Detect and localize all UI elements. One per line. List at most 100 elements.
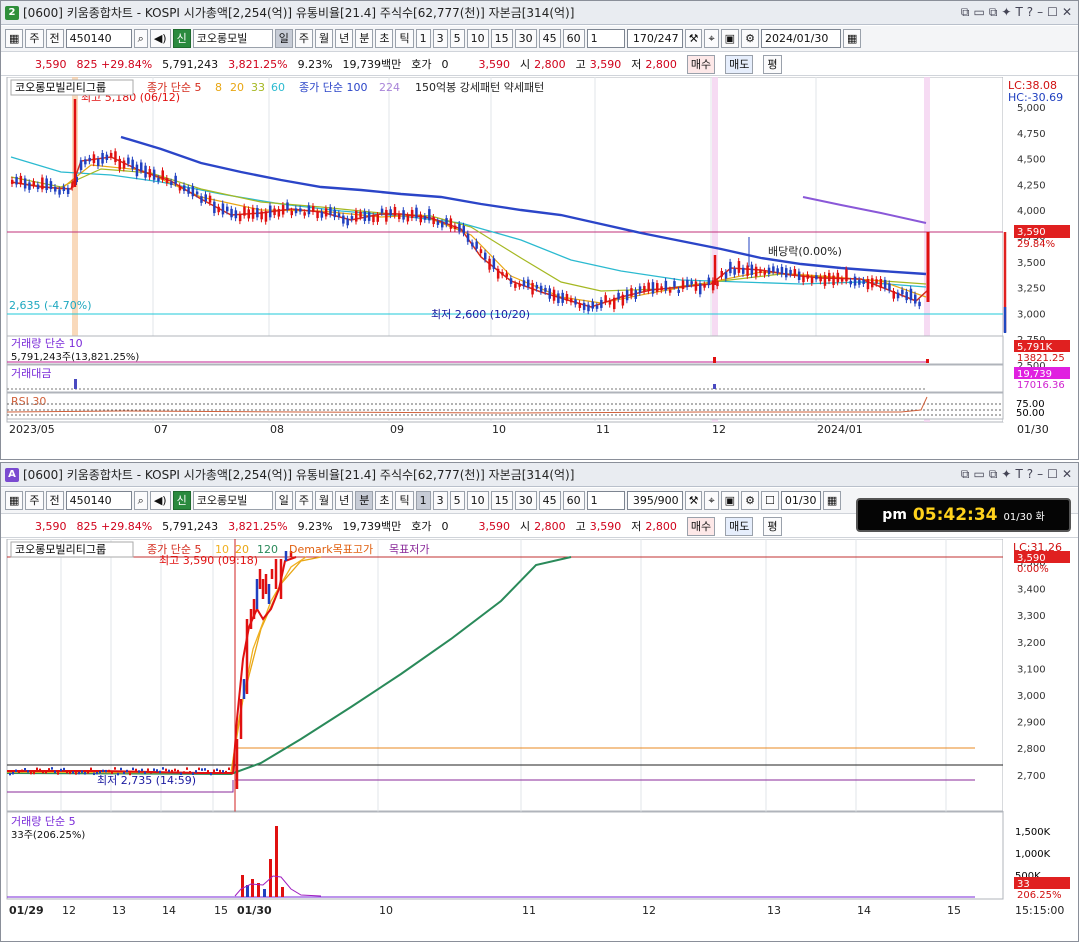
interval-30[interactable]: 30 [514,491,537,510]
layout-icon[interactable]: ▦ [5,29,24,48]
stock-code-input[interactable]: 450140 [65,29,132,48]
tab-tick[interactable]: 틱 [395,29,414,48]
save-icon[interactable]: ▣ [720,491,740,510]
candle-body [312,206,315,212]
tab-second[interactable]: 초 [375,491,394,510]
period-select[interactable]: 주 [25,29,44,48]
tab-month[interactable]: 월 [314,29,334,48]
save-icon[interactable]: ▣ [720,29,740,48]
tab-month[interactable]: 월 [314,491,334,510]
sound-icon[interactable]: ◀) [149,29,171,48]
interval-45[interactable]: 45 [538,491,561,510]
even-button[interactable]: 평 [763,54,782,74]
interval-60[interactable]: 60 [562,29,585,48]
tools-icon[interactable]: ⚒ [684,29,703,48]
price-tick: 2,900 [1017,718,1046,729]
buy-button[interactable]: 매수 [686,516,716,536]
help-icon[interactable]: ? [1027,5,1033,20]
interval-3[interactable]: 3 [432,491,448,510]
minimize-all-icon[interactable]: ▭ [973,5,984,20]
interval-10[interactable]: 10 [466,29,489,48]
candle-body [157,177,160,182]
tools-icon[interactable]: ⚒ [684,491,703,510]
title-bar[interactable]: A [0600] 키움종합차트 - KOSPI 시가총액[2,254(억)] 유… [1,463,1078,487]
interval-45[interactable]: 45 [538,29,561,48]
period-select[interactable]: 주 [25,491,44,510]
daily-candle-chart[interactable]: 최고 5,180 (06/12) 최저 2,600 (10/20) 배당락(0.… [1,77,1078,459]
interval-60[interactable]: 60 [562,491,585,510]
tab-second[interactable]: 초 [375,29,394,48]
tab-week[interactable]: 주 [294,29,313,48]
maximize-icon[interactable]: ☐ [1047,467,1058,482]
tab-year[interactable]: 년 [335,29,354,48]
sell-button[interactable]: 매도 [725,54,754,74]
tab-day[interactable]: 일 [274,491,293,510]
tab-tick[interactable]: 틱 [395,491,414,510]
candle-body [600,299,603,308]
text-icon[interactable]: T [1015,467,1022,482]
cascade-icon[interactable]: ⧉ [989,467,998,482]
close-icon[interactable]: ✕ [1062,5,1072,20]
close-icon[interactable]: ✕ [1062,467,1072,482]
calendar-icon[interactable]: ▦ [822,491,842,510]
crosshair-icon[interactable]: ⌖ [704,29,719,48]
option-select[interactable]: 전 [45,29,64,48]
low-price: 2,800 [645,519,677,533]
interval-1[interactable]: 1 [415,29,431,48]
maximize-icon[interactable]: ☐ [1047,5,1058,20]
minute-candle-chart[interactable]: 최고 3,590 (09:18) 최저 2,735 (14:59) 3,5003… [1,539,1078,941]
even-button[interactable]: 평 [763,516,782,536]
candle-body [471,242,474,247]
layout-icon[interactable]: ▦ [5,491,24,510]
price-tick: 2,800 [1017,744,1046,755]
date-input[interactable]: 2024/01/30 [760,29,841,48]
minimize-all-icon[interactable]: ▭ [973,467,984,482]
count-select[interactable]: 1 [586,29,625,48]
interval-15[interactable]: 15 [490,29,513,48]
title-bar[interactable]: 2 [0600] 키움종합차트 - KOSPI 시가총액[2,254(억)] 유… [1,1,1078,25]
calendar-icon[interactable]: ▦ [842,29,862,48]
settings-icon[interactable]: ⚙ [741,29,759,48]
candle-body [88,157,91,162]
minimize-icon[interactable]: – [1037,467,1043,482]
help-icon[interactable]: ? [1027,467,1033,482]
candle-body [114,151,117,163]
pin-icon[interactable]: ✦ [1001,467,1011,482]
search-icon[interactable]: ⌕ [133,29,148,48]
tab-minute[interactable]: 분 [355,29,374,48]
tab-day[interactable]: 일 [274,29,293,48]
interval-15[interactable]: 15 [490,491,513,510]
settings-icon[interactable]: ⚙ [741,491,759,510]
restore-icon[interactable]: ⧉ [961,5,970,20]
checkbox[interactable]: ☐ [760,491,779,510]
chart-legend: 코오롱모빌리티그룹 종가 단순 5 10 20 120 Demark목표고가 목… [10,541,429,558]
sell-button[interactable]: 매도 [725,516,754,536]
candle-body [509,278,513,284]
interval-1[interactable]: 1 [415,491,431,510]
interval-10[interactable]: 10 [466,491,489,510]
candle-body [66,770,68,774]
interval-5[interactable]: 5 [449,29,465,48]
candle-body [797,271,801,280]
restore-icon[interactable]: ⧉ [961,467,970,482]
legend-ma33: 33 [251,81,265,94]
sound-icon[interactable]: ◀) [149,491,171,510]
count-select[interactable]: 1 [586,491,625,510]
interval-30[interactable]: 30 [514,29,537,48]
option-select[interactable]: 전 [45,491,64,510]
date-input[interactable]: 01/30 [780,491,821,510]
search-icon[interactable]: ⌕ [133,491,148,510]
tab-minute[interactable]: 분 [355,491,374,510]
minimize-icon[interactable]: – [1037,5,1043,20]
buy-button[interactable]: 매수 [686,54,716,74]
tab-year[interactable]: 년 [335,491,354,510]
stock-code-input[interactable]: 450140 [65,491,132,510]
tab-week[interactable]: 주 [294,491,313,510]
interval-3[interactable]: 3 [432,29,448,48]
text-icon[interactable]: T [1015,5,1022,20]
cascade-icon[interactable]: ⧉ [989,5,998,20]
interval-5[interactable]: 5 [449,491,465,510]
pin-icon[interactable]: ✦ [1001,5,1011,20]
crosshair-icon[interactable]: ⌖ [704,491,719,510]
candle-body [62,186,66,192]
